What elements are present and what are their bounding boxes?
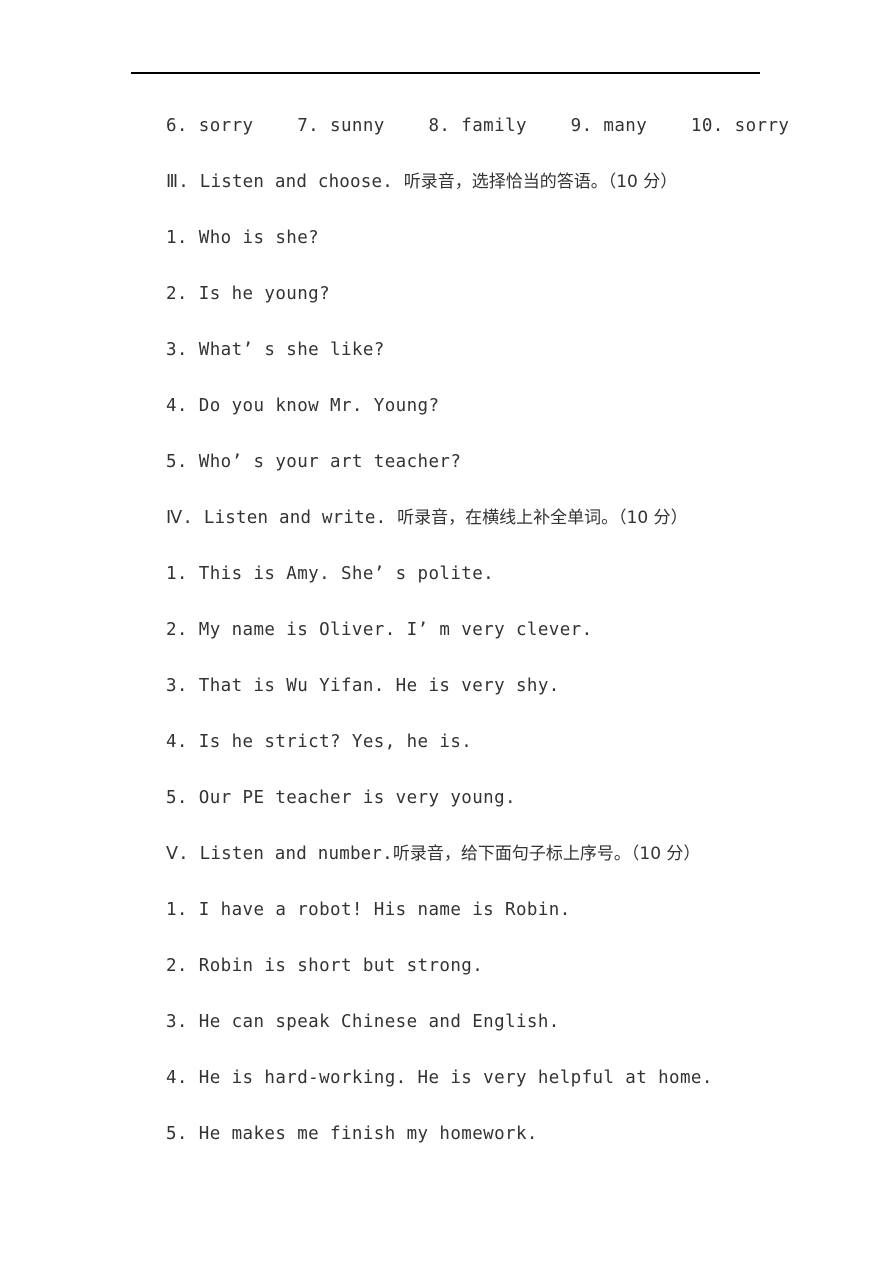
script-item: 1. This is Amy. She’ s polite. (166, 564, 495, 584)
section-heading-3: Ⅲ. Listen and choose. 听录音，选择恰当的答语。（10 分） (166, 168, 866, 224)
script-item: 4. Is he strict? Yes, he is. (166, 732, 473, 752)
header-divider-rule (131, 72, 760, 74)
script-item: 2. Is he young? (166, 284, 331, 304)
section-title-latin-4: . Listen and write. (182, 508, 398, 528)
section-title-cjk-4: 听录音，在横线上补全单词。（10 分） (397, 508, 688, 528)
listening-script-body: 6. sorry 7. sunny 8. family 9. many 10. … (166, 112, 866, 1176)
script-item: 3. What’ s she like? (166, 340, 385, 360)
section-title-cjk-3: 听录音，选择恰当的答语。（10 分） (403, 172, 678, 192)
script-item: 1. Who is she? (166, 228, 320, 248)
section-heading-4: Ⅳ. Listen and write. 听录音，在横线上补全单词。（10 分） (166, 504, 866, 560)
section-title-cjk-5: 听录音，给下面句子标上序号。（10 分） (392, 844, 701, 864)
script-item: 4. Do you know Mr. Young? (166, 396, 440, 416)
section-numeral-4: Ⅳ (166, 508, 183, 528)
document-page: 6. sorry 7. sunny 8. family 9. many 10. … (0, 0, 892, 1262)
section-numeral-5: Ⅴ (166, 844, 179, 864)
section-title-latin-3: . Listen and choose. (178, 172, 404, 192)
script-item: 2. My name is Oliver. I’ m very clever. (166, 620, 593, 640)
script-item: 5. Who’ s your art teacher? (166, 452, 462, 472)
word-list-line: 6. sorry 7. sunny 8. family 9. many 10. … (166, 116, 790, 136)
section-heading-5: Ⅴ. Listen and number.听录音，给下面句子标上序号。（10 分… (166, 840, 866, 896)
script-item: 1. I have a robot! His name is Robin. (166, 900, 571, 920)
script-item: 3. That is Wu Yifan. He is very shy. (166, 676, 560, 696)
script-item: 5. He makes me finish my homework. (166, 1124, 538, 1144)
script-item: 4. He is hard-working. He is very helpfu… (166, 1068, 713, 1088)
script-item: 2. Robin is short but strong. (166, 956, 484, 976)
script-item: 5. Our PE teacher is very young. (166, 788, 516, 808)
script-item: 3. He can speak Chinese and English. (166, 1012, 560, 1032)
section-numeral-3: Ⅲ (166, 172, 179, 192)
section-title-latin-5: . Listen and number. (178, 844, 393, 864)
